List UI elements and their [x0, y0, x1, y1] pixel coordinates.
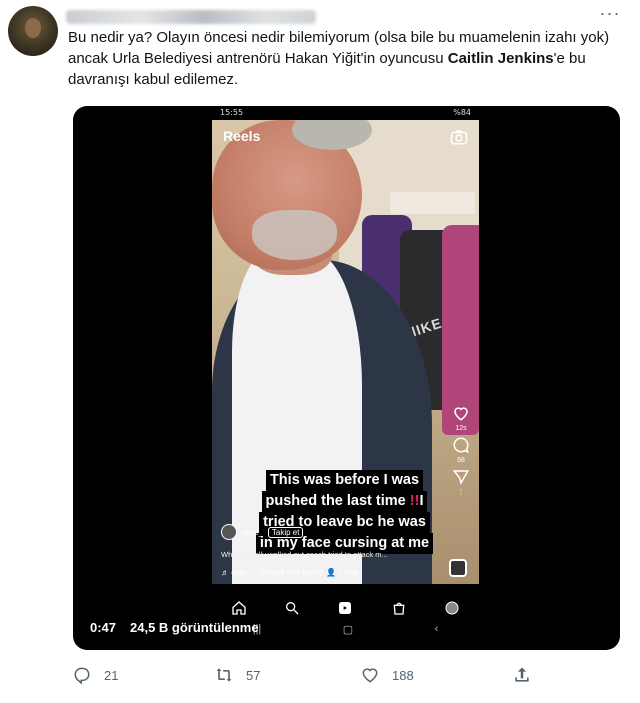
- reel-comment-count: 68: [457, 457, 465, 464]
- reel-audio: ♬ caije_ • Orijinal Ses İçeriği 👤 2 Kişi: [221, 568, 358, 577]
- caption-line-1: This was before I was: [265, 470, 424, 491]
- audio-thumbnail: [449, 559, 467, 577]
- like-count: 188: [392, 667, 414, 683]
- tweet-text-mention: Caitlin Jenkins: [447, 50, 554, 67]
- camera-icon: [450, 130, 468, 145]
- follow-button: Takip et: [267, 526, 304, 538]
- video-caption: This was before I was pushed the last ti…: [242, 470, 447, 554]
- reply-button[interactable]: 21: [72, 665, 118, 685]
- reply-icon: [74, 667, 90, 685]
- send-icon: [452, 470, 470, 485]
- caption-line-2a: pushed the last time: [265, 493, 406, 509]
- avatar-face: [25, 18, 41, 38]
- comment-bubble-icon: [453, 437, 470, 454]
- phone-status-bar: 15:55 %84: [212, 106, 479, 120]
- reel-side-actions: 12s 68 ⋮: [450, 404, 472, 498]
- reel-username: caije_: [242, 527, 263, 537]
- share-icon: [515, 667, 529, 682]
- home-icon: [232, 601, 246, 615]
- coat-hook-rack: [390, 192, 475, 214]
- profile-icon: [445, 601, 459, 615]
- reels-icon: [339, 602, 352, 614]
- tweet-text: Bu nedir ya? Olayın öncesi nedir bilemiy…: [68, 27, 628, 90]
- phone-screen-recording: 15:55 %84 NIKE Reels 12s 68 ⋮ This was b…: [212, 106, 479, 596]
- video-player[interactable]: 15:55 %84 NIKE Reels 12s 68 ⋮ This was b…: [73, 106, 620, 650]
- more-icon[interactable]: ···: [596, 4, 624, 24]
- reply-count: 21: [104, 667, 119, 683]
- caption-line-2c: I: [419, 493, 424, 509]
- heart-icon: [454, 407, 468, 421]
- reel-user: caije_ Takip et: [221, 524, 304, 540]
- reel-description: When I finally walked out coach tried to…: [221, 550, 388, 559]
- beard: [252, 210, 337, 260]
- reels-label: Reels: [223, 128, 261, 144]
- caption-exclamation: !!: [409, 493, 420, 509]
- tweet-actions: 21 57 188: [68, 665, 548, 689]
- search-icon: [286, 602, 299, 615]
- video-duration: 0:47: [90, 620, 117, 635]
- status-battery: %84: [453, 108, 471, 117]
- back-icon: ‹: [434, 623, 439, 635]
- caption-line-2: pushed the last time !!I: [261, 491, 428, 512]
- instagram-bottom-nav: [212, 596, 479, 620]
- shop-bag-icon: [393, 602, 405, 615]
- home-button-icon: ▢: [342, 623, 354, 636]
- author-avatar[interactable]: [8, 6, 58, 56]
- reel-user-avatar: [221, 524, 237, 540]
- like-button[interactable]: 188: [360, 665, 414, 685]
- retweet-button[interactable]: 57: [214, 665, 260, 685]
- reel-people-label: 👤 2 Kişi: [326, 568, 358, 577]
- retweet-count: 57: [246, 667, 261, 683]
- status-time: 15:55: [220, 108, 244, 117]
- share-button[interactable]: [512, 665, 532, 685]
- reel-audio-label: ♬ caije_ • Orijinal Ses İçeriği: [221, 568, 324, 577]
- retweet-icon: [216, 668, 232, 682]
- author-name-redacted: [66, 10, 316, 24]
- heart-icon: [362, 668, 378, 683]
- reel-like-count: 12s: [455, 425, 467, 432]
- video-view-count: 24,5 B görüntülenme: [130, 620, 259, 635]
- phone-nav-strip: [212, 584, 479, 596]
